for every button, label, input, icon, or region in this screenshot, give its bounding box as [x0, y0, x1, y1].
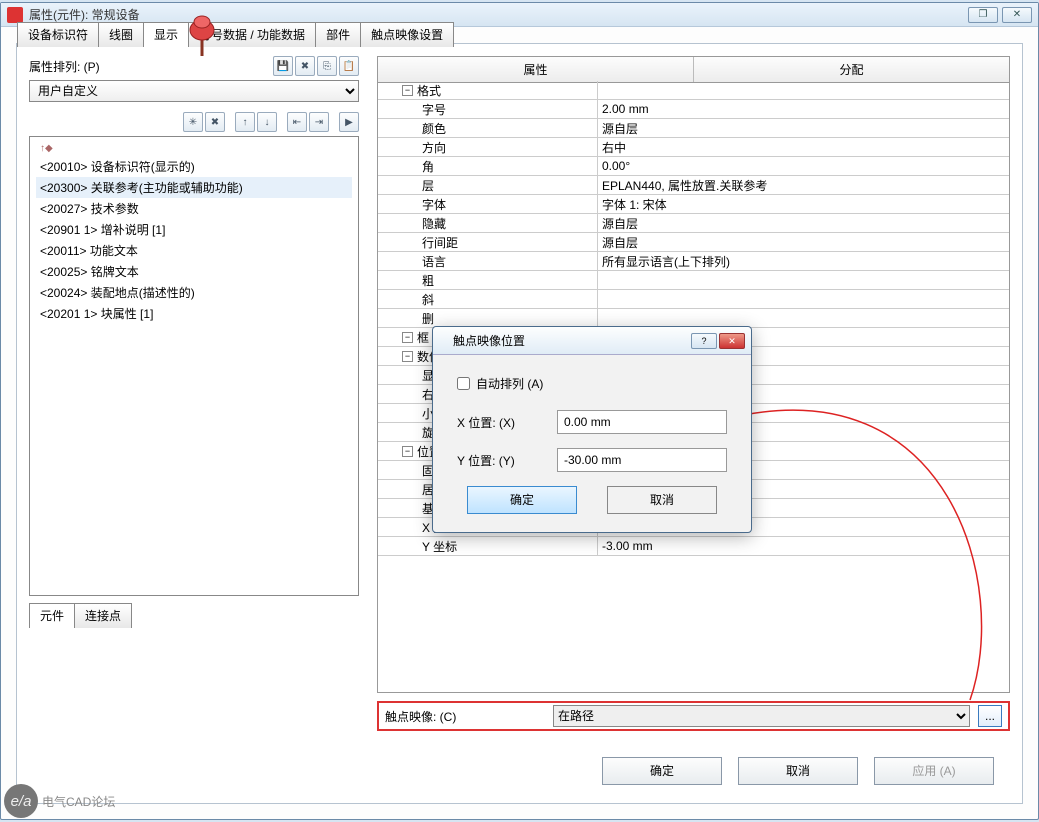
contact-image-browse-button[interactable]: ... — [978, 705, 1002, 727]
tab-symbol-data[interactable]: 符号数据 / 功能数据 — [188, 22, 316, 47]
save-icon[interactable]: 💾 — [273, 56, 293, 76]
property-row[interactable]: 行间距源自层 — [378, 233, 1009, 252]
dialog-help-button[interactable]: ? — [691, 333, 717, 349]
down-icon[interactable]: ↓ — [257, 112, 277, 132]
play-icon[interactable]: ▶ — [339, 112, 359, 132]
list-item[interactable]: <20027> 技术参数 — [36, 198, 352, 219]
dialog-cancel-button[interactable]: 取消 — [607, 486, 717, 514]
main-tabs: 设备标识符 线圈 显示 符号数据 / 功能数据 部件 触点映像设置 — [17, 21, 453, 46]
sub-tab-component[interactable]: 元件 — [29, 603, 75, 628]
property-row[interactable]: 斜 — [378, 290, 1009, 309]
property-row[interactable]: 粗 — [378, 271, 1009, 290]
anchor-right-icon[interactable]: ⇥ — [309, 112, 329, 132]
watermark: e/a 电气CAD论坛 — [4, 784, 115, 818]
ok-button[interactable]: 确定 — [602, 757, 722, 785]
property-row[interactable]: 颜色源自层 — [378, 119, 1009, 138]
dialog-icon — [439, 334, 453, 348]
property-row[interactable]: 字体字体 1: 宋体 — [378, 195, 1009, 214]
list-item[interactable]: <20201 1> 块属性 [1] — [36, 303, 352, 324]
property-row[interactable]: 方向右中 — [378, 138, 1009, 157]
property-row[interactable]: 角0.00° — [378, 157, 1009, 176]
delete-icon[interactable]: ✖ — [295, 56, 315, 76]
list-item[interactable]: <20025> 铭牌文本 — [36, 261, 352, 282]
property-row[interactable]: Y 坐标-3.00 mm — [378, 537, 1009, 556]
group-row[interactable]: −格式 — [378, 81, 598, 99]
remove-icon[interactable]: ✖ — [205, 112, 225, 132]
y-position-label: Y 位置: (Y) — [457, 452, 557, 469]
contact-image-select[interactable]: 在路径 — [553, 705, 970, 727]
restore-button[interactable]: ❐ — [968, 7, 998, 23]
contact-image-label: 触点映像: (C) — [385, 708, 545, 725]
tab-coil[interactable]: 线圈 — [98, 22, 144, 47]
list-item[interactable]: <20901 1> 增补说明 [1] — [36, 219, 352, 240]
x-position-label: X 位置: (X) — [457, 414, 557, 431]
sub-tab-connection[interactable]: 连接点 — [74, 603, 132, 628]
dialog-close-button[interactable]: ✕ — [719, 333, 745, 349]
sort-label: 属性排列: (P) — [29, 58, 273, 75]
tab-device-id[interactable]: 设备标识符 — [17, 22, 99, 47]
anchor-left-icon[interactable]: ⇤ — [287, 112, 307, 132]
dialog-title: 触点映像位置 — [453, 332, 691, 349]
property-row[interactable]: 层EPLAN440, 属性放置.关联参考 — [378, 176, 1009, 195]
contact-image-position-dialog: 触点映像位置 ? ✕ 自动排列 (A) X 位置: (X) Y 位置: (Y) … — [432, 326, 752, 533]
sort-select[interactable]: 用户自定义 — [29, 80, 359, 102]
list-item[interactable]: <20024> 装配地点(描述性的) — [36, 282, 352, 303]
apply-button[interactable]: 应用 (A) — [874, 757, 994, 785]
close-button[interactable]: ✕ — [1002, 7, 1032, 23]
x-position-input[interactable] — [557, 410, 727, 434]
auto-arrange-label: 自动排列 (A) — [476, 375, 543, 392]
property-list[interactable]: ↑◆ <20010> 设备标识符(显示的) <20300> 关联参考(主功能或辅… — [29, 136, 359, 596]
y-position-input[interactable] — [557, 448, 727, 472]
dialog-ok-button[interactable]: 确定 — [467, 486, 577, 514]
col-value: 分配 — [694, 57, 1009, 82]
paste-icon[interactable]: 📋 — [339, 56, 359, 76]
watermark-logo: e/a — [4, 784, 38, 818]
left-pane: 属性排列: (P) 💾 ✖ ⎘ 📋 用户自定义 ✳ ✖ ↑ ↓ ⇤ ⇥ — [29, 56, 359, 723]
property-row[interactable]: 语言所有显示语言(上下排列) — [378, 252, 1009, 271]
up-icon[interactable]: ↑ — [235, 112, 255, 132]
tab-contact-image[interactable]: 触点映像设置 — [360, 22, 454, 47]
tab-display[interactable]: 显示 — [143, 22, 189, 47]
new-icon[interactable]: ✳ — [183, 112, 203, 132]
list-item[interactable]: <20300> 关联参考(主功能或辅助功能) — [36, 177, 352, 198]
list-item[interactable]: <20011> 功能文本 — [36, 240, 352, 261]
list-item[interactable]: <20010> 设备标识符(显示的) — [36, 156, 352, 177]
copy-icon[interactable]: ⎘ — [317, 56, 337, 76]
property-row[interactable]: 隐藏源自层 — [378, 214, 1009, 233]
auto-arrange-checkbox[interactable] — [457, 377, 470, 390]
col-property: 属性 — [378, 57, 694, 82]
tab-parts[interactable]: 部件 — [315, 22, 361, 47]
property-row[interactable]: 字号2.00 mm — [378, 100, 1009, 119]
cancel-button[interactable]: 取消 — [738, 757, 858, 785]
contact-image-row: 触点映像: (C) 在路径 ... — [377, 701, 1010, 731]
